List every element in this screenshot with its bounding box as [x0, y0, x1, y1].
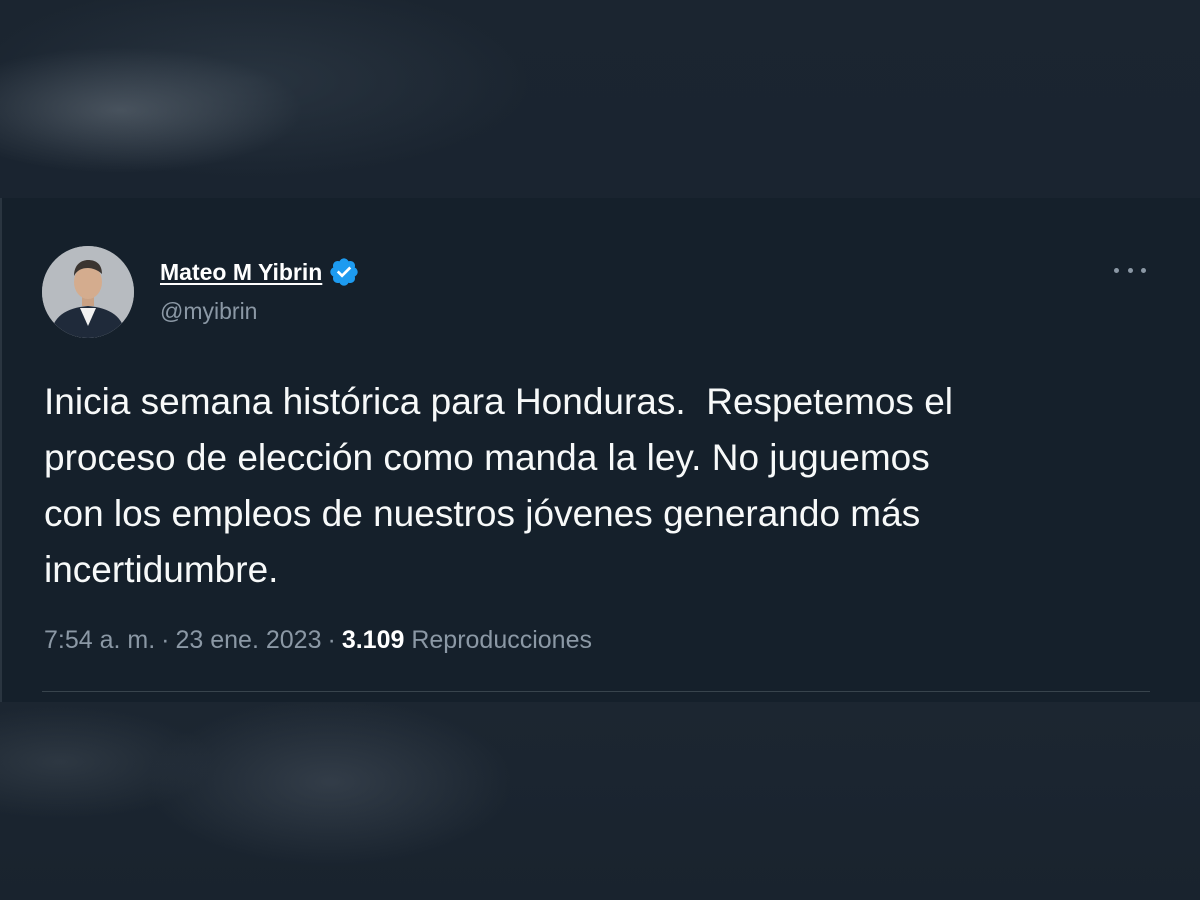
more-dot [1127, 267, 1133, 273]
more-options-icon[interactable] [1114, 260, 1146, 280]
author-name-row: Mateo M Yibrin [160, 256, 360, 288]
tweet-time[interactable]: 7:54 a. m. [44, 626, 155, 654]
more-dot [1114, 267, 1119, 273]
views-label: Reproducciones [411, 626, 592, 654]
author-handle[interactable]: @myibrin [160, 298, 257, 325]
blurred-background-bottom [0, 702, 1200, 900]
views-count: 3.109 [341, 626, 405, 654]
meta-separator: · [161, 626, 170, 654]
meta-separator: · [327, 626, 336, 654]
tweet-text: Inicia semana histórica para Honduras. R… [44, 381, 954, 590]
verified-badge-icon [330, 258, 358, 286]
author-display-name[interactable]: Mateo M Yibrin [160, 259, 322, 286]
page: Mateo M Yibrin @myibrin Inicia semana hi… [0, 0, 1200, 900]
blurred-background-top [0, 0, 1200, 198]
divider [42, 691, 1150, 692]
more-dot [1141, 267, 1146, 273]
tweet-date[interactable]: 23 ene. 2023 [176, 626, 322, 654]
profile-photo-icon [42, 246, 134, 338]
tweet-card: Mateo M Yibrin @myibrin Inicia semana hi… [0, 198, 1200, 702]
tweet-metadata: 7:54 a. m. · 23 ene. 2023 · 3.109 Reproducci… [44, 626, 592, 655]
avatar[interactable] [42, 246, 134, 338]
